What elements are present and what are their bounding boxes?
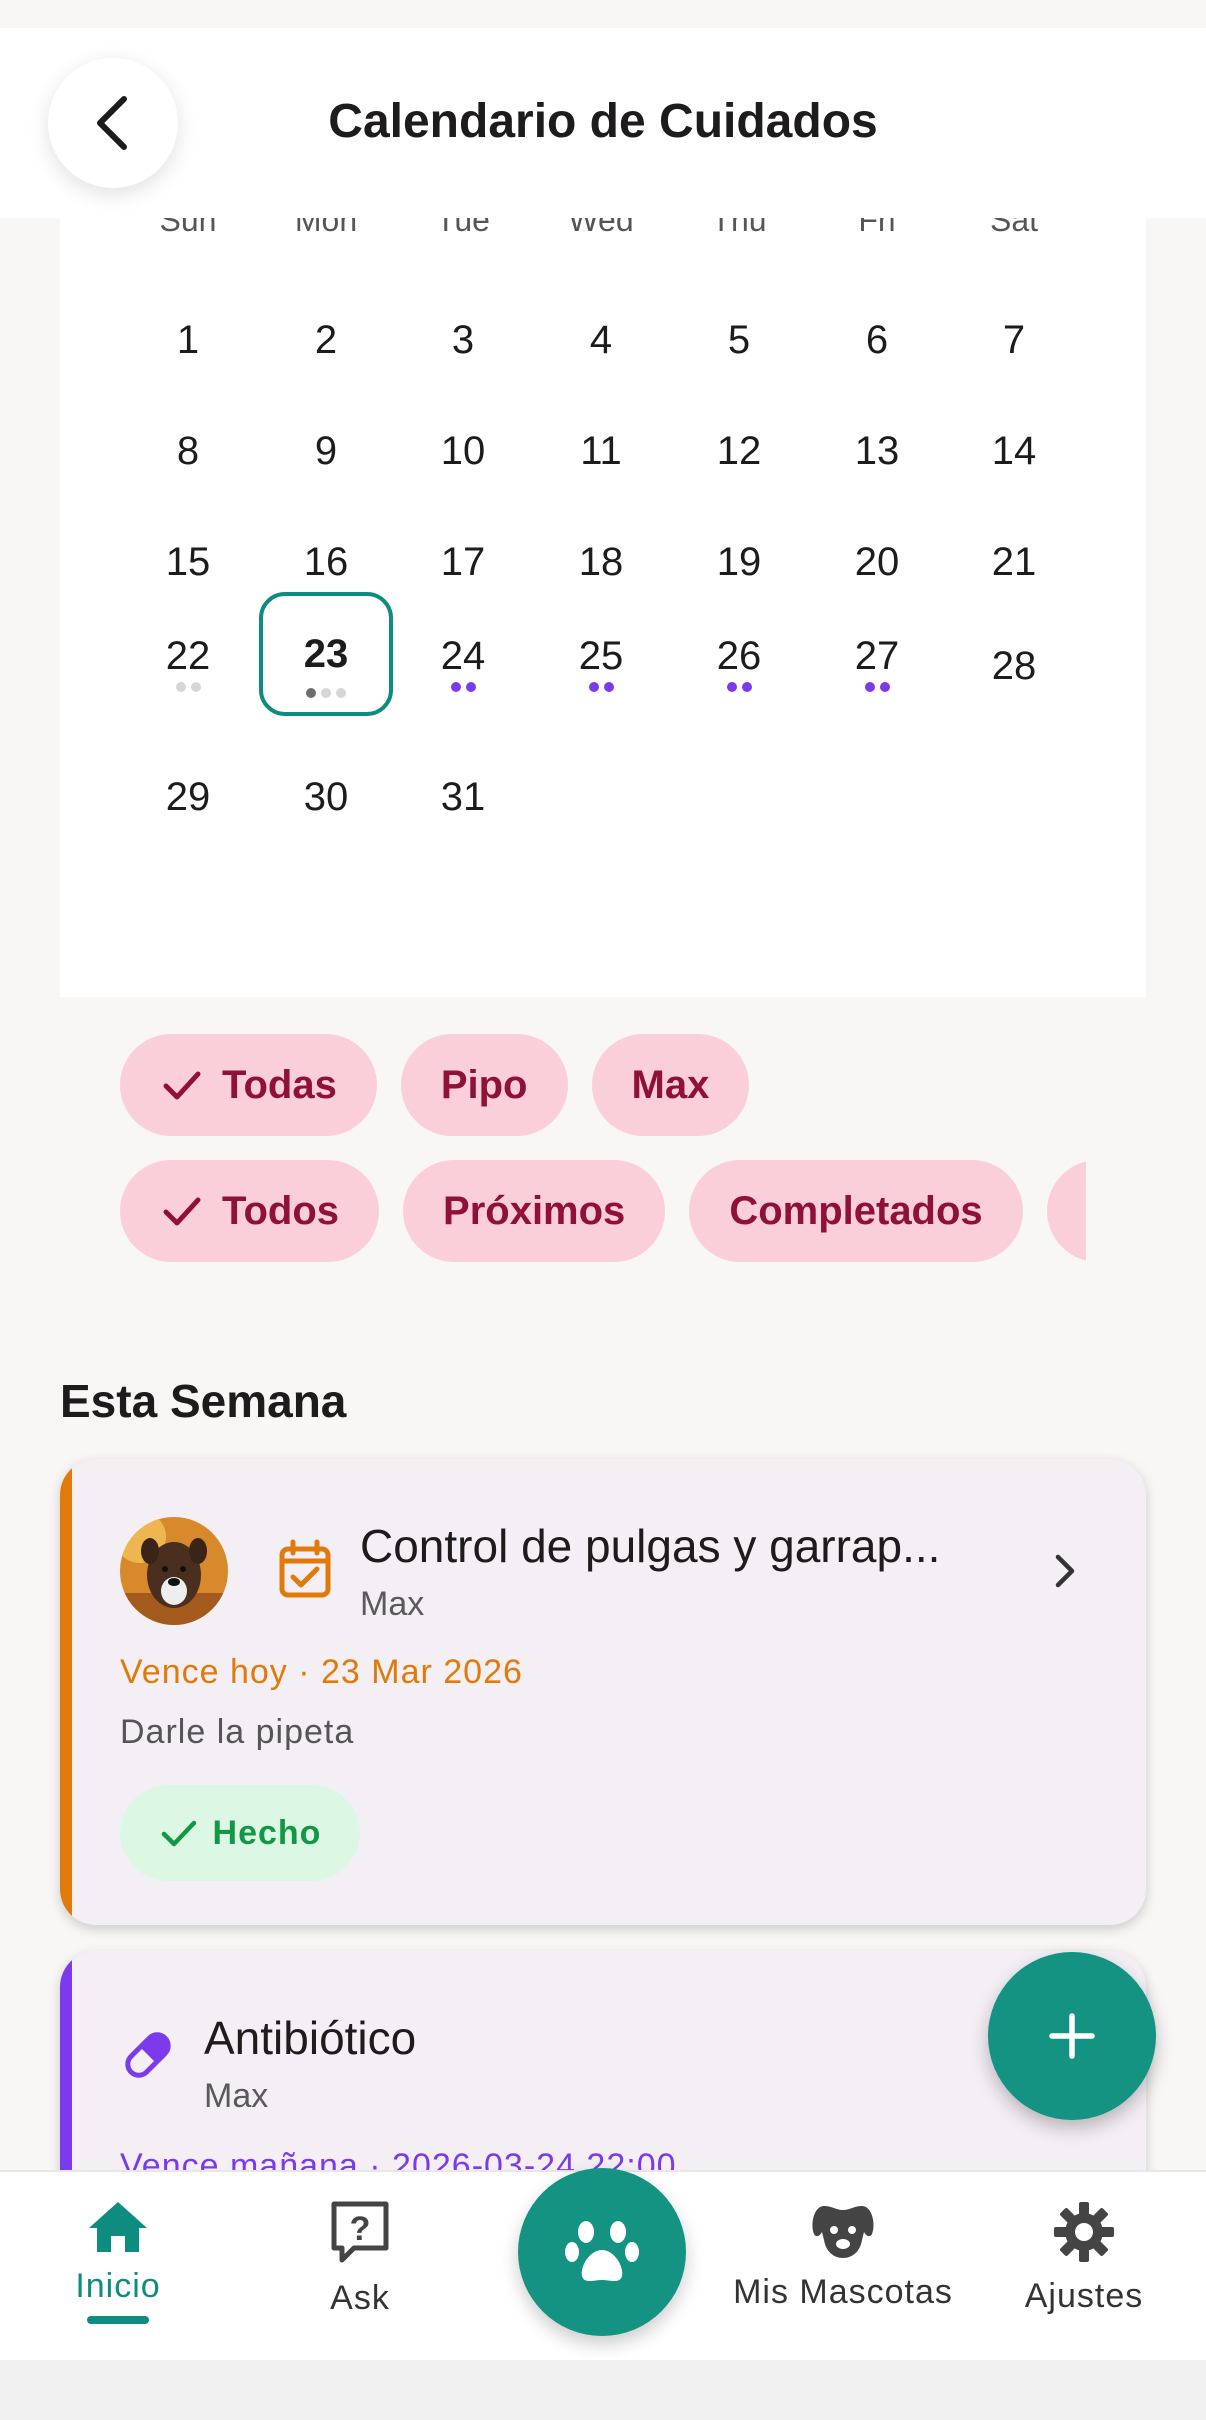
check-icon bbox=[163, 1197, 201, 1226]
event-dots bbox=[119, 682, 257, 692]
help-question-icon: ? bbox=[331, 2201, 389, 2263]
active-indicator bbox=[87, 2316, 149, 2324]
paw-icon bbox=[565, 2221, 639, 2281]
section-title: Esta Semana bbox=[60, 1375, 347, 1427]
calendar-day[interactable]: 29 bbox=[119, 741, 257, 851]
check-icon bbox=[161, 1820, 196, 1847]
svg-text:?: ? bbox=[350, 2210, 371, 2248]
nav-inicio[interactable]: Inicio bbox=[8, 2200, 228, 2324]
calendar-day[interactable]: 31 bbox=[394, 741, 532, 851]
nav-mis-mascotas[interactable]: Mis Mascotas bbox=[733, 2200, 953, 2312]
calendar-day-selected[interactable]: 23 bbox=[259, 592, 393, 716]
calendar-day[interactable]: 9 bbox=[257, 395, 395, 505]
chip-proximos[interactable]: Próximos bbox=[403, 1160, 666, 1262]
task-pet: Max bbox=[204, 2077, 269, 2115]
dog-face-icon bbox=[812, 2206, 874, 2258]
home-icon bbox=[89, 2202, 147, 2252]
calendar-day[interactable]: 21 bbox=[945, 506, 1083, 616]
calendar-day[interactable]: 8 bbox=[119, 395, 257, 505]
chip-pipo[interactable]: Pipo bbox=[400, 1034, 568, 1136]
chip-overflow[interactable] bbox=[1046, 1160, 1086, 1262]
mark-done-button[interactable]: Hecho bbox=[120, 1785, 360, 1881]
task-due: Vence hoy · 23 Mar 2026 bbox=[120, 1653, 523, 1691]
status-filter-chips: Todos Próximos Completados bbox=[120, 1160, 1086, 1262]
pet-avatar bbox=[120, 1517, 228, 1625]
status-filter-scroller[interactable]: Todos Próximos Completados bbox=[0, 1160, 1086, 1262]
calendar-day[interactable]: 1 bbox=[119, 284, 257, 394]
chip-todas[interactable]: Todas bbox=[120, 1034, 377, 1136]
event-dots bbox=[394, 682, 532, 692]
task-card[interactable]: Control de pulgas y garrap... Max Vence … bbox=[60, 1459, 1146, 1925]
calendar-day[interactable]: 11 bbox=[532, 395, 670, 505]
calendar-day[interactable]: 28 bbox=[945, 610, 1083, 720]
event-dots bbox=[808, 682, 946, 692]
calendar-day[interactable]: 7 bbox=[945, 284, 1083, 394]
card-accent bbox=[60, 1459, 72, 1925]
task-title: Control de pulgas y garrap... bbox=[360, 1520, 941, 1572]
month-calendar: Sun Mon Tue Wed Thu Fri Sat 1 2 3 4 5 6 … bbox=[60, 200, 1146, 997]
calendar-day[interactable]: 30 bbox=[257, 741, 395, 851]
nav-ask[interactable]: ? Ask bbox=[250, 2200, 470, 2318]
bottom-navigation: Inicio ? Ask Mis Mascotas Ajustes bbox=[0, 2168, 1206, 2360]
page-title: Calendario de Cuidados bbox=[328, 95, 878, 148]
calendar-day[interactable]: 5 bbox=[670, 284, 808, 394]
calendar-day[interactable]: 12 bbox=[670, 395, 808, 505]
gear-icon bbox=[1054, 2202, 1114, 2262]
calendar-day[interactable]: 3 bbox=[394, 284, 532, 394]
chevron-right-icon bbox=[1055, 1554, 1075, 1588]
task-note: Darle la pipeta bbox=[120, 1713, 355, 1751]
pill-icon bbox=[125, 2032, 171, 2078]
task-title: Antibiótico bbox=[204, 2012, 417, 2064]
calendar-check-icon bbox=[279, 1539, 331, 1598]
calendar-day[interactable]: 24 bbox=[394, 600, 532, 710]
system-gesture-area bbox=[0, 2360, 1206, 2420]
calendar-day[interactable]: 22 bbox=[119, 600, 257, 710]
chip-completados[interactable]: Completados bbox=[689, 1160, 1023, 1262]
event-dots bbox=[532, 682, 670, 692]
chip-max[interactable]: Max bbox=[591, 1034, 750, 1136]
calendar-day[interactable]: 2 bbox=[257, 284, 395, 394]
paw-center-button[interactable] bbox=[518, 2168, 686, 2336]
calendar-day[interactable]: 14 bbox=[945, 395, 1083, 505]
nav-ajustes[interactable]: Ajustes bbox=[974, 2200, 1194, 2316]
calendar-day[interactable]: 26 bbox=[670, 600, 808, 710]
top-app-bar: Calendario de Cuidados bbox=[0, 28, 1206, 218]
pet-filter-chips: Todas Pipo Max bbox=[120, 1034, 750, 1136]
calendar-day[interactable]: 25 bbox=[532, 600, 670, 710]
add-task-button[interactable] bbox=[988, 1952, 1156, 2120]
calendar-day[interactable]: 6 bbox=[808, 284, 946, 394]
event-dots bbox=[670, 682, 808, 692]
event-dots bbox=[263, 688, 389, 698]
calendar-day[interactable]: 10 bbox=[394, 395, 532, 505]
calendar-day[interactable]: 27 bbox=[808, 600, 946, 710]
plus-icon bbox=[1049, 2013, 1095, 2059]
calendar-day[interactable]: 13 bbox=[808, 395, 946, 505]
calendar-day[interactable]: 4 bbox=[532, 284, 670, 394]
check-icon bbox=[163, 1071, 201, 1100]
task-pet: Max bbox=[360, 1585, 425, 1623]
chip-todos[interactable]: Todos bbox=[120, 1160, 380, 1262]
